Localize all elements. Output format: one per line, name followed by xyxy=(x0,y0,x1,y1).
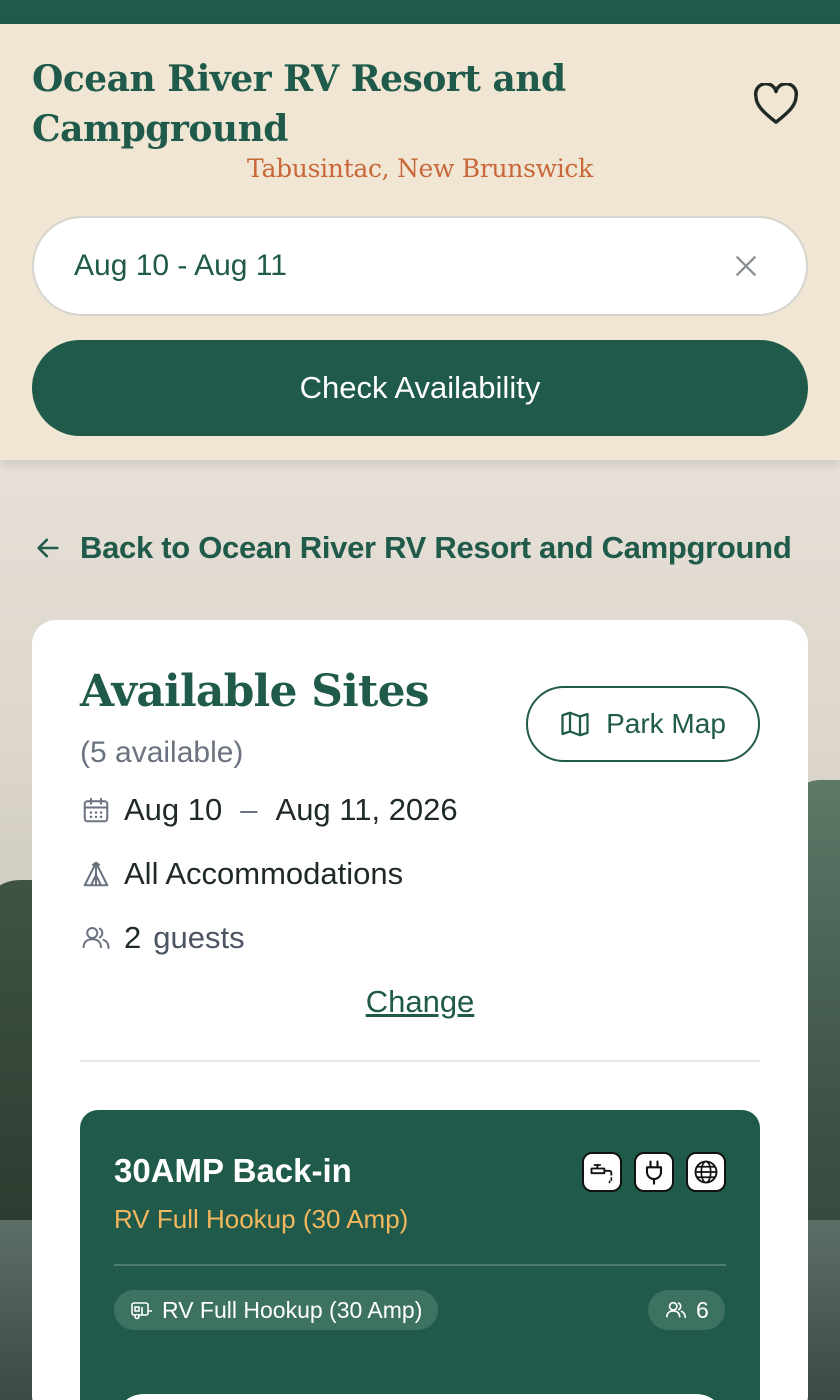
guests-label: guests xyxy=(153,920,245,955)
park-location: Tabusintac, New Brunswick xyxy=(247,154,593,183)
hookup-type-badge: RV Full Hookup (30 Amp) xyxy=(114,1290,439,1330)
water-faucet-icon xyxy=(582,1152,622,1192)
date-range-field[interactable]: Aug 10 - Aug 11 xyxy=(32,216,808,316)
park-header: Ocean River RV Resort and Campground Tab… xyxy=(0,24,840,460)
available-sites-card: Available Sites (5 available) Park Map A… xyxy=(32,620,808,1400)
map-icon xyxy=(561,711,589,737)
park-map-button[interactable]: Park Map xyxy=(526,686,760,762)
rv-trailer-icon xyxy=(130,1299,154,1321)
favorite-button[interactable] xyxy=(750,80,802,128)
site-card-divider xyxy=(114,1264,726,1266)
users-icon xyxy=(80,922,112,954)
arrow-left-icon xyxy=(32,532,64,564)
back-link-label: Back to Ocean River RV Resort and Campgr… xyxy=(80,530,792,565)
guest-count: 2 xyxy=(124,920,142,955)
tent-icon xyxy=(80,858,112,890)
change-search-link[interactable]: Change xyxy=(32,984,808,1020)
start-date: Aug 10 xyxy=(124,792,223,827)
site-type: RV Full Hookup (30 Amp) xyxy=(114,1204,409,1234)
accommodation-row: All Accommodations xyxy=(80,856,403,892)
site-card[interactable]: 30AMP Back-in RV Full Hookup (30 Amp) RV… xyxy=(80,1110,760,1400)
park-map-label: Park Map xyxy=(606,708,726,739)
back-to-park-link[interactable]: Back to Ocean River RV Resort and Campgr… xyxy=(32,526,792,570)
available-count: (5 available) xyxy=(80,736,244,769)
hookup-type-label: RV Full Hookup (30 Amp) xyxy=(162,1296,423,1323)
site-name: 30AMP Back-in xyxy=(114,1152,352,1189)
date-separator: – xyxy=(240,792,258,827)
users-icon xyxy=(664,1299,688,1321)
available-sites-title: Available Sites xyxy=(80,666,430,717)
clear-dates-button[interactable] xyxy=(726,246,766,286)
accommodation-label: All Accommodations xyxy=(124,856,404,891)
capacity-badge: 6 xyxy=(648,1290,725,1330)
site-action-button[interactable] xyxy=(114,1394,726,1400)
check-availability-button[interactable]: Check Availability xyxy=(32,340,808,436)
park-title: Ocean River RV Resort and Campground xyxy=(32,58,566,150)
end-date: Aug 11, 2026 xyxy=(275,792,458,827)
date-range-value: Aug 10 - Aug 11 xyxy=(74,249,287,282)
section-divider xyxy=(80,1060,760,1062)
amenity-icons xyxy=(582,1152,726,1192)
wifi-globe-icon xyxy=(686,1152,726,1192)
calendar-icon xyxy=(80,794,112,826)
top-bar xyxy=(0,0,840,24)
heart-outline-icon xyxy=(753,83,799,124)
date-summary-row: Aug 10 – Aug 11, 2026 xyxy=(80,792,458,828)
close-icon xyxy=(736,256,756,276)
guests-row: 2 guests xyxy=(80,920,245,956)
capacity-value: 6 xyxy=(696,1296,709,1323)
power-plug-icon xyxy=(634,1152,674,1192)
